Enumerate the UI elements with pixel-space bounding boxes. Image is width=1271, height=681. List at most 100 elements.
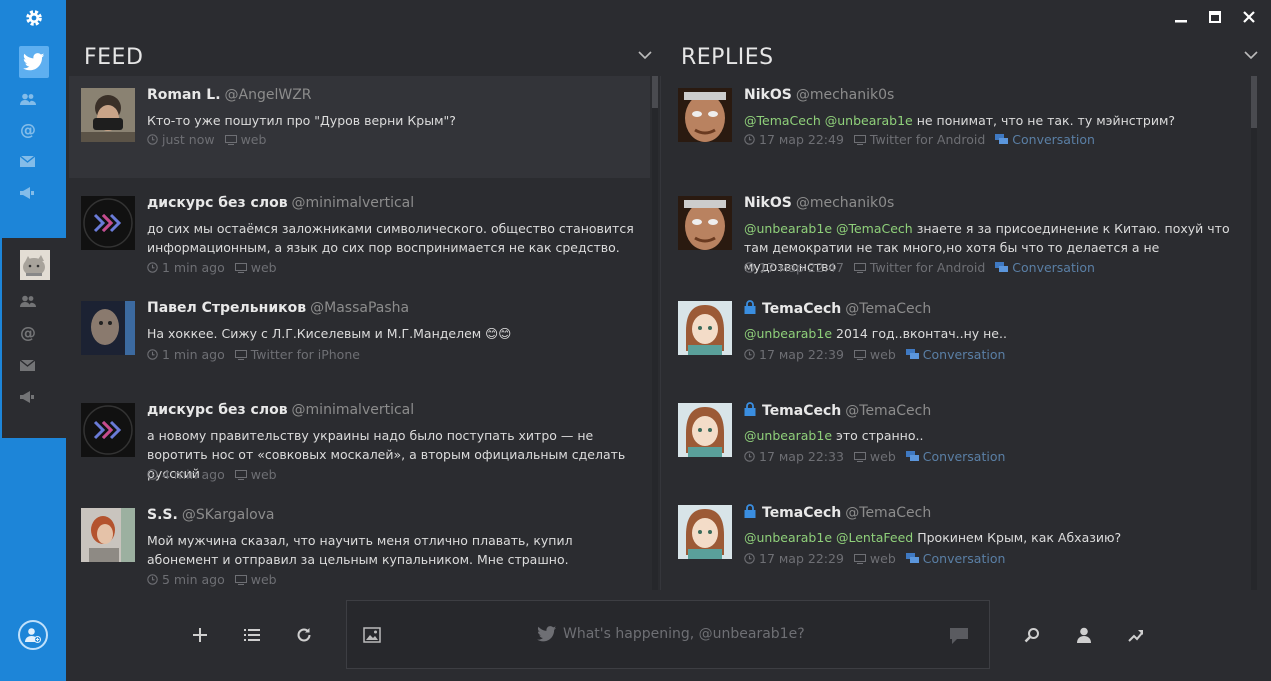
image-icon[interactable] (363, 627, 381, 643)
replies-scrollbar[interactable] (1251, 76, 1257, 590)
author-name[interactable]: TemaCech (762, 403, 841, 419)
author-handle[interactable]: @mechanik0s (796, 195, 894, 211)
tweet-time[interactable]: 17 мар 22:49 (759, 132, 844, 147)
conversation-link[interactable]: Conversation (1012, 260, 1095, 275)
account-avatar[interactable] (20, 250, 50, 280)
author-name[interactable]: S.S. (147, 507, 178, 523)
chevron-down-icon[interactable] (638, 48, 652, 62)
add-account-button[interactable] (18, 620, 48, 650)
tweet-time[interactable]: 1 min ago (162, 347, 225, 362)
add-column-button[interactable] (188, 623, 212, 647)
people-icon[interactable] (20, 292, 48, 310)
avatar[interactable] (678, 196, 732, 250)
people-icon[interactable] (20, 90, 48, 108)
author-name[interactable]: NikOS (744, 195, 792, 211)
gear-icon[interactable] (24, 8, 44, 28)
mention-link[interactable]: @unbearab1e @LentaFeed (744, 530, 913, 545)
author-name[interactable]: дискурс без слов (147, 195, 288, 211)
author-name[interactable]: Roman L. (147, 87, 221, 103)
avatar[interactable] (678, 505, 732, 559)
minimize-button[interactable] (1173, 9, 1189, 25)
conversation-link[interactable]: Conversation (923, 449, 1006, 464)
tweet-time[interactable]: 17 мар 22:39 (759, 347, 844, 362)
mention-link[interactable]: @TemaCech @unbearab1e (744, 113, 913, 128)
tweet-time[interactable]: 4 min ago (162, 467, 225, 482)
tweet-source[interactable]: web (870, 449, 896, 464)
tweet-source[interactable]: Twitter for iPhone (251, 347, 360, 362)
tweet-item[interactable]: TemaCech @TemaCech @unbearab1e это странн… (666, 391, 1256, 493)
tweet-time[interactable]: 17 мар 22:29 (759, 551, 844, 566)
tweet-text: На хоккее. Сижу с Л.Г.Киселевым и М.Г.Ма… (147, 326, 512, 341)
conversation-link[interactable]: Conversation (1012, 132, 1095, 147)
mention-icon[interactable]: @ (20, 120, 48, 139)
avatar[interactable] (678, 403, 732, 457)
tweet-source[interactable]: web (241, 132, 267, 147)
tweet-source[interactable]: web (251, 572, 277, 587)
search-button[interactable] (1020, 623, 1044, 647)
avatar[interactable] (81, 301, 135, 355)
mail-icon[interactable] (20, 152, 48, 170)
author-handle[interactable]: @mechanik0s (796, 87, 894, 103)
twitter-account-button[interactable] (19, 46, 49, 78)
author-handle[interactable]: @TemaCech (845, 403, 931, 419)
author-name[interactable]: TemaCech (762, 301, 841, 317)
author-handle[interactable]: @minimalvertical (292, 195, 415, 211)
author-handle[interactable]: @MassaPasha (310, 300, 409, 316)
tweet-source[interactable]: Twitter for Android (870, 132, 985, 147)
avatar[interactable] (678, 301, 732, 355)
author-handle[interactable]: @AngelWZR (225, 87, 312, 103)
tweet-time[interactable]: just now (162, 132, 215, 147)
author-handle[interactable]: @SKargalova (182, 507, 275, 523)
avatar[interactable] (81, 88, 135, 142)
tweet-source[interactable]: web (251, 260, 277, 275)
author-name[interactable]: дискурс без слов (147, 402, 288, 418)
tweet-item[interactable]: TemaCech @TemaCech @unbearab1e @LentaFeed… (666, 493, 1256, 590)
maximize-button[interactable] (1207, 9, 1223, 25)
trends-button[interactable] (1124, 623, 1148, 647)
author-name[interactable]: NikOS (744, 87, 792, 103)
mention-icon[interactable]: @ (20, 323, 48, 342)
refresh-button[interactable] (292, 623, 316, 647)
compose-input[interactable]: What's happening, @unbearab1e? (537, 626, 805, 642)
tweet-item[interactable]: S.S. @SKargalova Мой мужчина сказал, что … (69, 496, 650, 590)
megaphone-icon[interactable] (20, 184, 48, 202)
tweet-item[interactable]: Павел Стрельников @MassaPasha На хоккее. … (69, 289, 650, 391)
mention-link[interactable]: @unbearab1e @TemaCech (744, 221, 913, 236)
tweet-item[interactable]: дискурс без слов @minimalvertical до сих … (69, 184, 650, 286)
conversation-link[interactable]: Conversation (923, 347, 1006, 362)
tweet-item[interactable]: дискурс без слов @minimalvertical а новом… (69, 391, 650, 493)
tweet-item[interactable]: NikOS @mechanik0s @unbearab1e @TemaCech з… (666, 184, 1256, 286)
tweet-item[interactable]: Roman L. @AngelWZR Кто-то уже пошутил про… (69, 76, 650, 178)
tweet-source[interactable]: web (870, 551, 896, 566)
lists-button[interactable] (240, 623, 264, 647)
tweet-time[interactable]: 17 мар 22:47 (759, 260, 844, 275)
chevron-down-icon[interactable] (1244, 48, 1258, 62)
tweet-source[interactable]: Twitter for Android (870, 260, 985, 275)
mention-link[interactable]: @unbearab1e (744, 326, 832, 341)
send-icon[interactable] (949, 627, 969, 645)
avatar[interactable] (81, 508, 135, 562)
tweet-time[interactable]: 17 мар 22:33 (759, 449, 844, 464)
profile-button[interactable] (1072, 623, 1096, 647)
avatar[interactable] (81, 403, 135, 457)
tweet-source[interactable]: web (251, 467, 277, 482)
tweet-item[interactable]: TemaCech @TemaCech @unbearab1e 2014 год..… (666, 289, 1256, 391)
tweet-source[interactable]: web (870, 347, 896, 362)
close-button[interactable] (1241, 9, 1257, 25)
avatar[interactable] (678, 88, 732, 142)
tweet-time[interactable]: 5 min ago (162, 572, 225, 587)
conversation-link[interactable]: Conversation (923, 551, 1006, 566)
avatar[interactable] (81, 196, 135, 250)
author-handle[interactable]: @TemaCech (845, 301, 931, 317)
tweet-item[interactable]: NikOS @mechanik0s @TemaCech @unbearab1e н… (666, 76, 1256, 178)
mail-icon[interactable] (20, 356, 48, 374)
tweet-time[interactable]: 1 min ago (162, 260, 225, 275)
mention-link[interactable]: @unbearab1e (744, 428, 832, 443)
author-name[interactable]: TemaCech (762, 505, 841, 521)
author-name[interactable]: Павел Стрельников (147, 300, 306, 316)
author-handle[interactable]: @minimalvertical (292, 402, 415, 418)
feed-scrollbar[interactable] (652, 76, 658, 590)
compose-box[interactable]: What's happening, @unbearab1e? (346, 600, 990, 669)
megaphone-icon[interactable] (20, 388, 48, 406)
author-handle[interactable]: @TemaCech (845, 505, 931, 521)
